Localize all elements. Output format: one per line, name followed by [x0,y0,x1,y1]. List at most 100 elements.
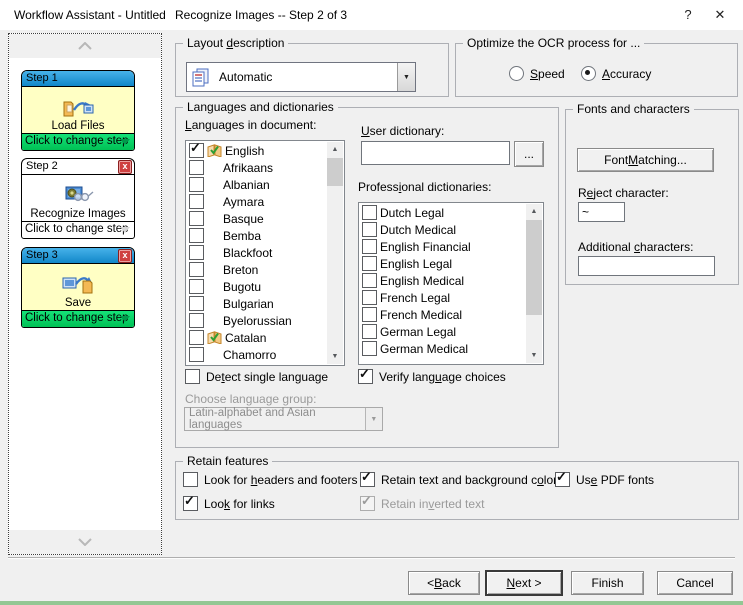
dictionary-name: English Legal [380,257,452,271]
dictionary-checkbox[interactable]: ✓ [362,324,377,339]
detect-single-language-checkbox[interactable]: ✓ Detect single language [185,369,328,384]
step-3-close-button[interactable]: x [118,249,132,263]
step-2-close-button[interactable]: x [118,160,132,174]
chevron-down-icon [120,139,130,145]
dictionary-checkbox[interactable]: ✓ [362,222,377,237]
step-1-label: Load Files [51,120,104,132]
language-row[interactable]: ✓Albanian [186,176,344,193]
retain-features-legend: Retain features [183,454,272,468]
language-checkbox[interactable]: ✓ [189,177,204,192]
scroll-up-button[interactable] [9,34,161,58]
back-button[interactable]: < Back [408,571,480,595]
step-3-change-step[interactable]: Click to change step [22,310,134,327]
dictionary-row[interactable]: ✓English Legal [359,255,543,272]
language-row[interactable]: ✓ Bugotu [186,278,344,295]
language-row[interactable]: ✓Breton [186,261,344,278]
scroll-up-arrow[interactable]: ▲ [526,204,542,219]
dictionary-row[interactable]: ✓English Medical [359,272,543,289]
dictionary-checkbox[interactable]: ✓ [362,273,377,288]
scroll-down-arrow[interactable]: ▼ [526,348,542,363]
language-row[interactable]: ✓Afrikaans [186,159,344,176]
look-for-headers-checkbox[interactable]: ✓ Look for headers and footers [183,472,357,487]
professional-dictionaries-listbox[interactable]: ✓Dutch Legal ✓Dutch Medical ✓English Fin… [358,202,544,365]
language-checkbox[interactable]: ✓ [189,143,204,158]
scroll-up-arrow[interactable]: ▲ [327,142,343,157]
dictionary-row[interactable]: ✓English Financial [359,238,543,255]
combo-arrow-button[interactable]: ▼ [397,63,415,91]
verify-language-choices-checkbox[interactable]: ✓ Verify language choices [358,369,506,384]
language-checkbox[interactable]: ✓ [189,211,204,226]
language-checkbox[interactable]: ✓ [189,194,204,209]
dictionary-checkbox[interactable]: ✓ [362,307,377,322]
dictionary-name: Dutch Medical [380,223,456,237]
language-row[interactable]: ✓Aymara [186,193,344,210]
language-row[interactable]: ✓ Catalan [186,329,344,346]
language-checkbox[interactable]: ✓ [189,279,204,294]
workflow-sidebar: Step 1 Load Files Click to change step S… [8,33,162,555]
scroll-thumb[interactable] [526,220,542,315]
help-button[interactable]: ? [672,0,704,30]
language-row[interactable]: ✓ Bemba [186,227,344,244]
app-title: Workflow Assistant - Untitled [14,8,166,22]
dictionaries-scrollbar[interactable]: ▲ ▼ [526,204,542,363]
retain-text-background-color-checkbox[interactable]: ✓ Retain text and background color [360,472,557,487]
dictionary-row[interactable]: ✓Dutch Medical [359,221,543,238]
language-checkbox[interactable]: ✓ [189,330,204,345]
chevron-down-icon [120,316,130,322]
step-card-1[interactable]: Step 1 Load Files Click to change step [21,70,135,151]
dictionary-row[interactable]: ✓French Medical [359,306,543,323]
radio-icon [581,66,596,81]
language-checkbox[interactable]: ✓ [189,347,204,362]
step-card-3[interactable]: Step 3 x Save Click to change step [21,247,135,328]
language-row[interactable]: ✓ English [186,142,344,159]
language-checkbox[interactable]: ✓ [189,296,204,311]
font-matching-button[interactable]: Font Matching... [577,148,714,172]
dictionary-checkbox[interactable]: ✓ [362,256,377,271]
language-row[interactable]: ✓Bulgarian [186,295,344,312]
language-checkbox[interactable]: ✓ [189,228,204,243]
dictionary-row[interactable]: ✓German Legal [359,323,543,340]
dictionary-checkbox[interactable]: ✓ [362,205,377,220]
reject-character-input[interactable]: ~ [578,202,625,222]
additional-characters-input[interactable] [578,256,715,276]
dictionary-row[interactable]: ✓German Medical [359,340,543,357]
look-for-links-checkbox[interactable]: ✓ Look for links [183,496,275,511]
language-row[interactable]: ✓ Byelorussian [186,312,344,329]
language-name: Byelorussian [223,314,292,328]
language-row[interactable]: ✓Basque [186,210,344,227]
step-card-2[interactable]: Step 2 x Recognize Images Click to chang… [21,158,135,239]
dictionary-checkbox[interactable]: ✓ [362,341,377,356]
scroll-thumb[interactable] [327,158,343,186]
accuracy-radio[interactable]: Accuracy [581,66,651,81]
languages-scrollbar[interactable]: ▲ ▼ [327,142,343,364]
language-name: Bugotu [223,280,261,294]
languages-listbox[interactable]: ✓ English ✓Afrikaans ✓Albanian ✓Aymara ✓… [185,140,345,366]
finish-button[interactable]: Finish [571,571,644,595]
scroll-down-button[interactable] [9,530,161,554]
cancel-button[interactable]: Cancel [657,571,733,595]
dictionary-checkbox[interactable]: ✓ [362,239,377,254]
step-1-change-step[interactable]: Click to change step [22,133,134,150]
layout-description-combo[interactable]: Automatic ▼ [186,62,416,92]
choose-language-group-label: Choose language group: [185,392,316,406]
use-pdf-fonts-checkbox[interactable]: ✓ Use PDF fonts [555,472,654,487]
language-checkbox[interactable]: ✓ [189,245,204,260]
dictionary-row[interactable]: ✓Dutch Legal [359,204,543,221]
language-row[interactable]: ✓Blackfoot [186,244,344,261]
close-button[interactable]: ✕ [704,0,736,30]
language-checkbox[interactable]: ✓ [189,160,204,175]
language-name: Bemba [223,229,261,243]
dictionary-checkbox[interactable]: ✓ [362,290,377,305]
speed-radio[interactable]: Speed [509,66,565,81]
language-checkbox[interactable]: ✓ [189,313,204,328]
window-bottom-edge [0,601,743,605]
next-button[interactable]: Next > [486,571,562,595]
layout-description-group: Layout description Automatic ▼ [175,43,449,97]
browse-button[interactable]: ... [514,141,544,167]
user-dictionary-input[interactable] [361,141,510,165]
scroll-down-arrow[interactable]: ▼ [327,349,343,364]
step-2-change-step[interactable]: Click to change step [22,221,134,238]
dictionary-row[interactable]: ✓French Legal [359,289,543,306]
language-row[interactable]: ✓Chamorro [186,346,344,363]
language-checkbox[interactable]: ✓ [189,262,204,277]
